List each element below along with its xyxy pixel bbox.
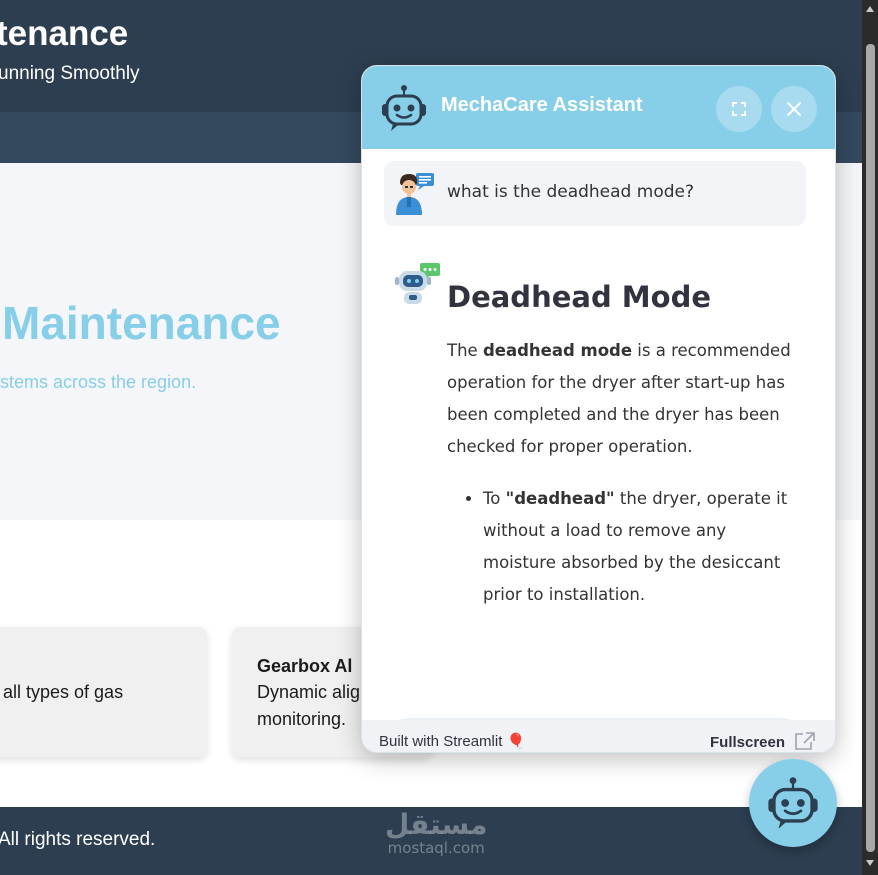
hero-subtitle: stems across the region. [0,372,197,392]
service-card-description: all types of gas [3,682,124,702]
fullscreen-link[interactable]: Fullscreen [710,732,816,751]
list-item-bold-text: "deadhead" [505,489,615,508]
close-icon [787,102,801,116]
user-avatar-icon [396,173,434,215]
chat-header: MechaCare Assistant [362,66,835,149]
bot-message-list: To "deadhead" the dryer, operate it with… [447,483,792,611]
watermark-arabic: مستقل [385,808,488,841]
bot-message-heading: Deadhead Mode [447,280,712,314]
footer-copyright: All rights reserved. [0,829,156,850]
bot-message: Deadhead Mode The deadhead mode is a rec… [447,277,792,611]
chat-messages: what is the deadhead mode? Deadhead Mode… [362,149,835,752]
bot-avatar-icon [395,263,440,304]
service-card-description: Dynamic alig [257,682,361,702]
list-item: To "deadhead" the dryer, operate it with… [483,483,792,611]
watermark: مستقل mostaql.com [385,808,488,858]
fullscreen-link-label: Fullscreen [710,734,786,751]
list-item-text: To [483,489,506,508]
built-with-link[interactable]: Built with Streamlit 🎈 [379,732,525,750]
user-message-text: what is the deadhead mode? [447,182,694,202]
close-button[interactable] [771,86,817,132]
paragraph-bold-text: deadhead mode [482,341,633,360]
bot-message-paragraph: The deadhead mode is a recommended opera… [447,335,792,463]
chat-window: MechaCare Assistant what is the deadhead… [361,65,836,753]
scroll-up-icon[interactable] [866,6,874,12]
service-card-title: Gearbox Al [257,656,353,676]
expand-icon [732,102,746,116]
site-subtitle: unning Smoothly [0,63,140,84]
watermark-domain: mostaql.com [387,839,485,857]
service-card[interactable]: all types of gas [0,627,207,757]
service-card-description: monitoring. [257,709,347,729]
expand-button[interactable] [716,86,762,132]
paragraph-text: The [447,341,483,360]
page-scrollbar[interactable] [862,0,878,875]
site-title: tenance [0,14,129,53]
robot-icon [382,85,426,131]
chat-title: MechaCare Assistant [441,94,643,116]
external-link-icon [795,732,816,750]
hero-title: Maintenance [2,297,281,349]
scroll-down-icon[interactable] [866,860,874,866]
scroll-thumb[interactable] [866,44,875,852]
chat-toggle-button[interactable] [749,759,837,847]
chat-footer: Built with Streamlit 🎈 Fullscreen [362,720,835,752]
robot-icon [768,777,818,829]
user-message: what is the deadhead mode? [384,161,806,226]
